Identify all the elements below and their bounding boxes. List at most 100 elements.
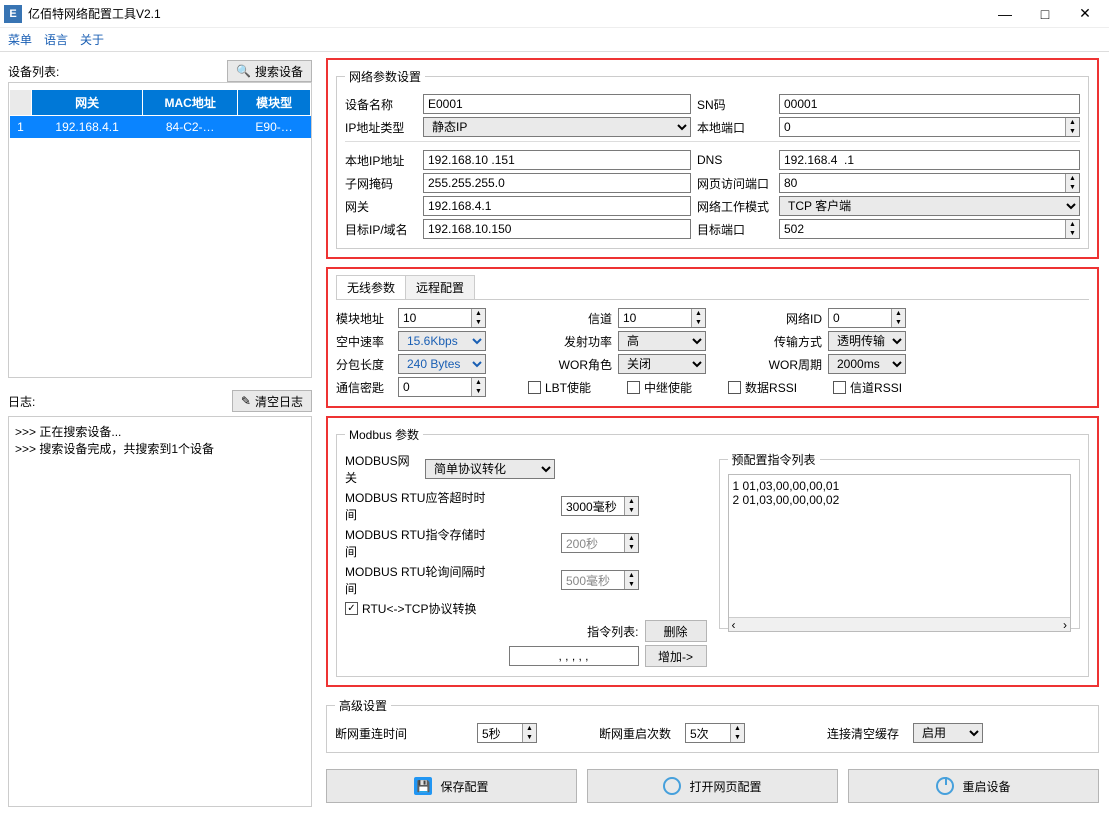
worcycle-label: WOR周期: [766, 356, 822, 373]
web-port-label: 网页访问端口: [697, 175, 773, 192]
ip-type-select[interactable]: 静态IP: [423, 117, 691, 137]
target-ip-input[interactable]: [423, 219, 691, 239]
preconfig-item[interactable]: 1 01,03,00,00,00,01: [733, 479, 1067, 493]
sn-input[interactable]: [779, 94, 1080, 114]
log-line: >>> 搜索设备完成，共搜索到1个设备: [15, 440, 305, 457]
globe-icon: [663, 777, 681, 795]
menu-language[interactable]: 语言: [44, 31, 68, 48]
device-name-label: 设备名称: [345, 96, 417, 113]
worcycle-select[interactable]: 2000ms: [828, 354, 906, 374]
save-config-button[interactable]: 💾 保存配置: [326, 769, 577, 803]
spinner-icon[interactable]: ▲▼: [730, 724, 744, 742]
left-panel: 设备列表: 🔍 搜索设备 网关 MAC地址 模块型 1 192.168.4.1 …: [0, 52, 320, 815]
device-list-label: 设备列表:: [8, 63, 221, 80]
modbus-gw-label: MODBUS网关: [345, 452, 419, 486]
relay-checkbox[interactable]: 中继使能: [627, 379, 692, 396]
packlen-select[interactable]: 240 Bytes: [398, 354, 486, 374]
local-port-input[interactable]: [779, 117, 1080, 137]
airrate-label: 空中速率: [336, 333, 392, 350]
scroll-left-icon[interactable]: ‹: [732, 618, 736, 632]
spinner-icon[interactable]: ▲▼: [1065, 118, 1079, 136]
web-port-input[interactable]: [779, 173, 1080, 193]
modbus-gw-select[interactable]: 简单协议转化: [425, 459, 555, 479]
close-button[interactable]: ✕: [1065, 1, 1105, 27]
table-row[interactable]: 1 192.168.4.1 84-C2-… E90-…: [10, 116, 311, 139]
clear-log-button[interactable]: ✎ 清空日志: [232, 390, 312, 412]
spinner-icon[interactable]: ▲▼: [1065, 220, 1079, 238]
tab-wireless[interactable]: 无线参数: [336, 275, 406, 299]
tab-remote[interactable]: 远程配置: [405, 275, 475, 299]
subnet-input[interactable]: [423, 173, 691, 193]
scroll-right-icon[interactable]: ›: [1063, 618, 1067, 632]
maximize-button[interactable]: □: [1025, 1, 1065, 27]
preconfig-list[interactable]: 1 01,03,00,00,00,01 2 01,03,00,00,00,02 …: [728, 474, 1072, 632]
checkbox-icon: [528, 381, 541, 394]
reconnect-label: 断网重连时间: [335, 725, 415, 742]
dns-input[interactable]: [779, 150, 1080, 170]
wireless-tabs: 无线参数 远程配置: [336, 275, 1089, 300]
channel-rssi-label: 信道RSSI: [850, 379, 902, 396]
module-addr-label: 模块地址: [336, 310, 392, 327]
restart-device-button[interactable]: 重启设备: [848, 769, 1099, 803]
log-box[interactable]: >>> 正在搜索设备... >>> 搜索设备完成，共搜索到1个设备: [8, 416, 312, 807]
checkbox-icon: ✓: [345, 602, 358, 615]
channel-rssi-checkbox[interactable]: 信道RSSI: [833, 379, 902, 396]
checkbox-icon: [728, 381, 741, 394]
target-port-input[interactable]: [779, 219, 1080, 239]
title-bar: E 亿佰特网络配置工具V2.1 — □ ✕: [0, 0, 1109, 28]
channel-label: 信道: [556, 310, 612, 327]
spinner-icon[interactable]: ▲▼: [471, 309, 485, 327]
row-number: 1: [10, 116, 32, 139]
clear-cache-select[interactable]: 启用: [913, 723, 983, 743]
add-label: 增加->: [658, 648, 693, 665]
bottom-buttons: 💾 保存配置 打开网页配置 重启设备: [326, 769, 1099, 803]
row-header-blank: [10, 90, 32, 116]
checkbox-icon: [627, 381, 640, 394]
checkbox-icon: [833, 381, 846, 394]
scrollbar-horizontal[interactable]: ‹›: [729, 617, 1071, 631]
menu-main[interactable]: 菜单: [8, 31, 32, 48]
col-model[interactable]: 模块型: [238, 90, 311, 116]
open-web-button[interactable]: 打开网页配置: [587, 769, 838, 803]
txpower-select[interactable]: 高: [618, 331, 706, 351]
worrole-select[interactable]: 关闭: [618, 354, 706, 374]
rssi-checkbox[interactable]: 数据RSSI: [728, 379, 797, 396]
spinner-icon[interactable]: ▲▼: [522, 724, 536, 742]
gateway-input[interactable]: [423, 196, 691, 216]
power-icon: [936, 777, 954, 795]
packlen-label: 分包长度: [336, 356, 392, 373]
airrate-select[interactable]: 15.6Kbps: [398, 331, 486, 351]
search-device-button[interactable]: 🔍 搜索设备: [227, 60, 312, 82]
sn-label: SN码: [697, 96, 773, 113]
transmode-select[interactable]: 透明传输: [828, 331, 906, 351]
delete-button[interactable]: 删除: [645, 620, 707, 642]
app-logo-icon: E: [4, 5, 22, 23]
commkey-label: 通信密匙: [336, 379, 392, 396]
add-button[interactable]: 增加->: [645, 645, 707, 667]
device-table-container[interactable]: 网关 MAC地址 模块型 1 192.168.4.1 84-C2-… E90-…: [8, 82, 312, 378]
col-gateway[interactable]: 网关: [32, 90, 143, 116]
work-mode-select[interactable]: TCP 客户端: [779, 196, 1080, 216]
spinner-icon[interactable]: ▲▼: [471, 378, 485, 396]
cell-gateway: 192.168.4.1: [32, 116, 143, 139]
spinner-icon[interactable]: ▲▼: [891, 309, 905, 327]
minimize-button[interactable]: —: [985, 1, 1025, 27]
device-name-input[interactable]: [423, 94, 691, 114]
spinner-icon[interactable]: ▲▼: [624, 497, 638, 515]
spinner-icon[interactable]: ▲▼: [1065, 174, 1079, 192]
col-mac[interactable]: MAC地址: [143, 90, 238, 116]
cmd-list-label: 指令列表:: [587, 623, 638, 640]
preconfig-item[interactable]: 2 01,03,00,00,00,02: [733, 493, 1067, 507]
rtu-tcp-checkbox[interactable]: ✓RTU<->TCP协议转换: [345, 600, 476, 617]
rssi-label: 数据RSSI: [745, 379, 797, 396]
menu-bar: 菜单 语言 关于: [0, 28, 1109, 52]
preconfig-legend: 预配置指令列表: [728, 451, 820, 468]
save-config-label: 保存配置: [440, 778, 488, 795]
local-ip-input[interactable]: [423, 150, 691, 170]
rtu-timeout-label: MODBUS RTU应答超时时间: [345, 489, 493, 523]
window-title: 亿佰特网络配置工具V2.1: [28, 5, 985, 22]
spinner-icon[interactable]: ▲▼: [691, 309, 705, 327]
menu-about[interactable]: 关于: [80, 31, 104, 48]
lbt-checkbox[interactable]: LBT使能: [528, 379, 591, 396]
cmd-input[interactable]: [509, 646, 639, 666]
